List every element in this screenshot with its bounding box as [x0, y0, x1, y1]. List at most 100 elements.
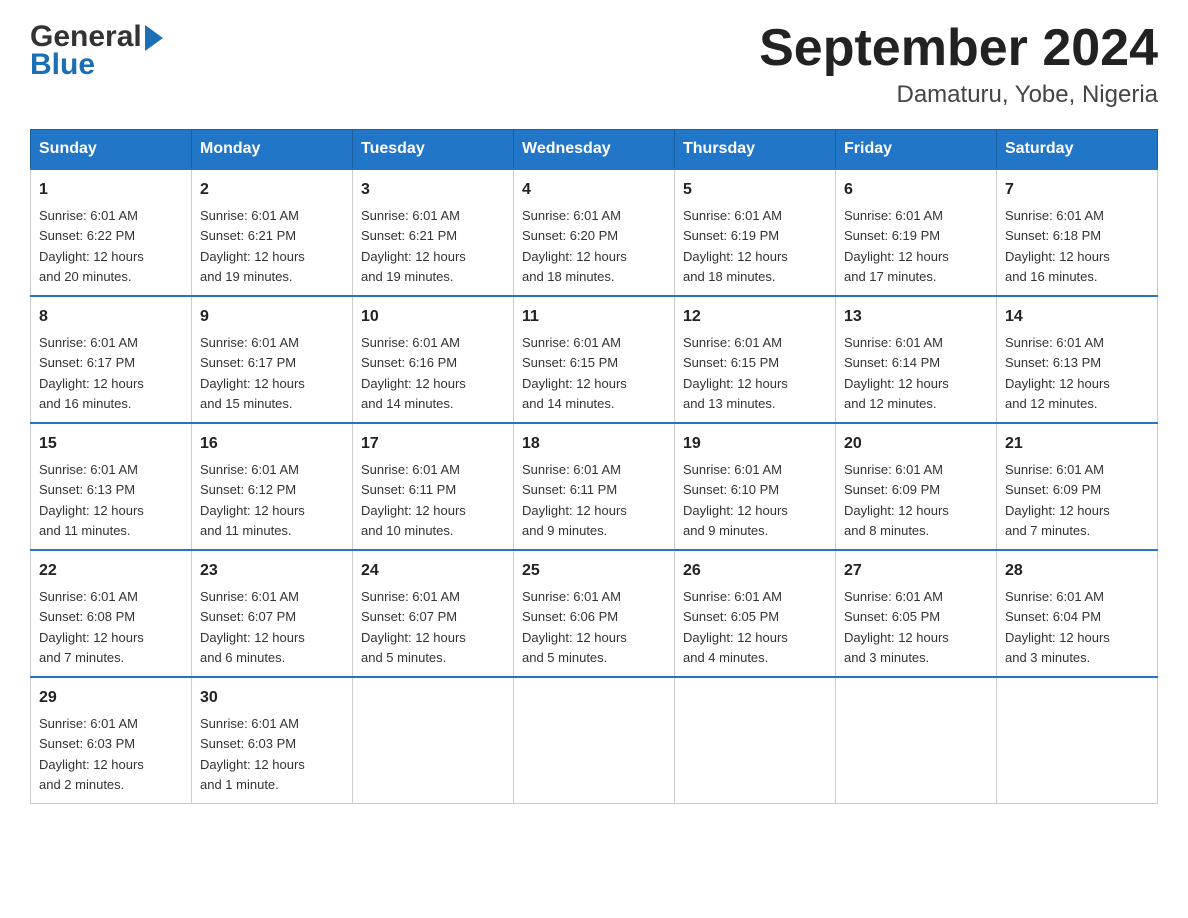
day-info: Sunrise: 6:01 AMSunset: 6:19 PMDaylight:…	[683, 208, 788, 284]
day-number: 4	[522, 178, 666, 202]
day-number: 27	[844, 559, 988, 583]
day-number: 16	[200, 432, 344, 456]
day-number: 8	[39, 305, 183, 329]
day-number: 20	[844, 432, 988, 456]
calendar-cell: 6 Sunrise: 6:01 AMSunset: 6:19 PMDayligh…	[836, 169, 997, 296]
col-friday: Friday	[836, 130, 997, 170]
col-monday: Monday	[192, 130, 353, 170]
calendar-cell: 22 Sunrise: 6:01 AMSunset: 6:08 PMDaylig…	[31, 550, 192, 677]
calendar-cell: 9 Sunrise: 6:01 AMSunset: 6:17 PMDayligh…	[192, 296, 353, 423]
day-number: 29	[39, 686, 183, 710]
calendar-week-row: 1 Sunrise: 6:01 AMSunset: 6:22 PMDayligh…	[31, 169, 1158, 296]
day-info: Sunrise: 6:01 AMSunset: 6:21 PMDaylight:…	[200, 208, 305, 284]
calendar-cell: 3 Sunrise: 6:01 AMSunset: 6:21 PMDayligh…	[353, 169, 514, 296]
calendar-cell: 12 Sunrise: 6:01 AMSunset: 6:15 PMDaylig…	[675, 296, 836, 423]
day-info: Sunrise: 6:01 AMSunset: 6:07 PMDaylight:…	[361, 589, 466, 665]
day-info: Sunrise: 6:01 AMSunset: 6:08 PMDaylight:…	[39, 589, 144, 665]
day-info: Sunrise: 6:01 AMSunset: 6:11 PMDaylight:…	[361, 462, 466, 538]
calendar-cell: 11 Sunrise: 6:01 AMSunset: 6:15 PMDaylig…	[514, 296, 675, 423]
day-number: 3	[361, 178, 505, 202]
day-number: 30	[200, 686, 344, 710]
calendar-header-row: Sunday Monday Tuesday Wednesday Thursday…	[31, 130, 1158, 170]
day-info: Sunrise: 6:01 AMSunset: 6:13 PMDaylight:…	[39, 462, 144, 538]
calendar-cell: 2 Sunrise: 6:01 AMSunset: 6:21 PMDayligh…	[192, 169, 353, 296]
calendar-cell: 30 Sunrise: 6:01 AMSunset: 6:03 PMDaylig…	[192, 677, 353, 804]
day-number: 15	[39, 432, 183, 456]
calendar-cell	[836, 677, 997, 804]
calendar-cell: 17 Sunrise: 6:01 AMSunset: 6:11 PMDaylig…	[353, 423, 514, 550]
day-info: Sunrise: 6:01 AMSunset: 6:15 PMDaylight:…	[683, 335, 788, 411]
logo-line2: Blue	[30, 48, 163, 82]
day-info: Sunrise: 6:01 AMSunset: 6:20 PMDaylight:…	[522, 208, 627, 284]
day-info: Sunrise: 6:01 AMSunset: 6:09 PMDaylight:…	[844, 462, 949, 538]
day-number: 10	[361, 305, 505, 329]
day-info: Sunrise: 6:01 AMSunset: 6:21 PMDaylight:…	[361, 208, 466, 284]
day-number: 11	[522, 305, 666, 329]
title-block: September 2024 Damaturu, Yobe, Nigeria	[759, 20, 1158, 109]
day-info: Sunrise: 6:01 AMSunset: 6:11 PMDaylight:…	[522, 462, 627, 538]
day-number: 1	[39, 178, 183, 202]
day-info: Sunrise: 6:01 AMSunset: 6:09 PMDaylight:…	[1005, 462, 1110, 538]
col-saturday: Saturday	[997, 130, 1158, 170]
day-info: Sunrise: 6:01 AMSunset: 6:17 PMDaylight:…	[39, 335, 144, 411]
day-number: 25	[522, 559, 666, 583]
calendar-cell: 21 Sunrise: 6:01 AMSunset: 6:09 PMDaylig…	[997, 423, 1158, 550]
calendar-cell: 27 Sunrise: 6:01 AMSunset: 6:05 PMDaylig…	[836, 550, 997, 677]
day-info: Sunrise: 6:01 AMSunset: 6:19 PMDaylight:…	[844, 208, 949, 284]
day-info: Sunrise: 6:01 AMSunset: 6:05 PMDaylight:…	[844, 589, 949, 665]
calendar-cell	[675, 677, 836, 804]
calendar-cell: 5 Sunrise: 6:01 AMSunset: 6:19 PMDayligh…	[675, 169, 836, 296]
day-number: 24	[361, 559, 505, 583]
page-header: General Blue September 2024 Damaturu, Yo…	[30, 20, 1158, 109]
calendar-cell	[514, 677, 675, 804]
calendar-week-row: 29 Sunrise: 6:01 AMSunset: 6:03 PMDaylig…	[31, 677, 1158, 804]
calendar-cell: 19 Sunrise: 6:01 AMSunset: 6:10 PMDaylig…	[675, 423, 836, 550]
calendar-cell: 26 Sunrise: 6:01 AMSunset: 6:05 PMDaylig…	[675, 550, 836, 677]
col-tuesday: Tuesday	[353, 130, 514, 170]
calendar-cell: 29 Sunrise: 6:01 AMSunset: 6:03 PMDaylig…	[31, 677, 192, 804]
day-number: 2	[200, 178, 344, 202]
day-number: 12	[683, 305, 827, 329]
day-number: 22	[39, 559, 183, 583]
calendar-title: September 2024	[759, 20, 1158, 77]
day-number: 13	[844, 305, 988, 329]
calendar-week-row: 8 Sunrise: 6:01 AMSunset: 6:17 PMDayligh…	[31, 296, 1158, 423]
calendar-cell: 18 Sunrise: 6:01 AMSunset: 6:11 PMDaylig…	[514, 423, 675, 550]
col-wednesday: Wednesday	[514, 130, 675, 170]
day-info: Sunrise: 6:01 AMSunset: 6:22 PMDaylight:…	[39, 208, 144, 284]
calendar-cell	[353, 677, 514, 804]
day-info: Sunrise: 6:01 AMSunset: 6:15 PMDaylight:…	[522, 335, 627, 411]
day-info: Sunrise: 6:01 AMSunset: 6:06 PMDaylight:…	[522, 589, 627, 665]
day-info: Sunrise: 6:01 AMSunset: 6:07 PMDaylight:…	[200, 589, 305, 665]
day-info: Sunrise: 6:01 AMSunset: 6:12 PMDaylight:…	[200, 462, 305, 538]
day-number: 28	[1005, 559, 1149, 583]
logo-blue-text: Blue	[30, 48, 95, 81]
calendar-cell: 10 Sunrise: 6:01 AMSunset: 6:16 PMDaylig…	[353, 296, 514, 423]
logo: General Blue	[30, 20, 163, 82]
calendar-cell	[997, 677, 1158, 804]
calendar-cell: 24 Sunrise: 6:01 AMSunset: 6:07 PMDaylig…	[353, 550, 514, 677]
day-number: 17	[361, 432, 505, 456]
calendar-cell: 28 Sunrise: 6:01 AMSunset: 6:04 PMDaylig…	[997, 550, 1158, 677]
day-number: 19	[683, 432, 827, 456]
calendar-cell: 4 Sunrise: 6:01 AMSunset: 6:20 PMDayligh…	[514, 169, 675, 296]
calendar-cell: 16 Sunrise: 6:01 AMSunset: 6:12 PMDaylig…	[192, 423, 353, 550]
calendar-cell: 25 Sunrise: 6:01 AMSunset: 6:06 PMDaylig…	[514, 550, 675, 677]
day-number: 21	[1005, 432, 1149, 456]
day-info: Sunrise: 6:01 AMSunset: 6:17 PMDaylight:…	[200, 335, 305, 411]
calendar-cell: 14 Sunrise: 6:01 AMSunset: 6:13 PMDaylig…	[997, 296, 1158, 423]
day-number: 23	[200, 559, 344, 583]
day-number: 9	[200, 305, 344, 329]
calendar-cell: 15 Sunrise: 6:01 AMSunset: 6:13 PMDaylig…	[31, 423, 192, 550]
day-info: Sunrise: 6:01 AMSunset: 6:04 PMDaylight:…	[1005, 589, 1110, 665]
day-info: Sunrise: 6:01 AMSunset: 6:16 PMDaylight:…	[361, 335, 466, 411]
day-info: Sunrise: 6:01 AMSunset: 6:10 PMDaylight:…	[683, 462, 788, 538]
col-sunday: Sunday	[31, 130, 192, 170]
day-info: Sunrise: 6:01 AMSunset: 6:13 PMDaylight:…	[1005, 335, 1110, 411]
day-number: 18	[522, 432, 666, 456]
day-info: Sunrise: 6:01 AMSunset: 6:05 PMDaylight:…	[683, 589, 788, 665]
calendar-subtitle: Damaturu, Yobe, Nigeria	[759, 81, 1158, 109]
calendar-cell: 7 Sunrise: 6:01 AMSunset: 6:18 PMDayligh…	[997, 169, 1158, 296]
day-number: 26	[683, 559, 827, 583]
day-info: Sunrise: 6:01 AMSunset: 6:14 PMDaylight:…	[844, 335, 949, 411]
